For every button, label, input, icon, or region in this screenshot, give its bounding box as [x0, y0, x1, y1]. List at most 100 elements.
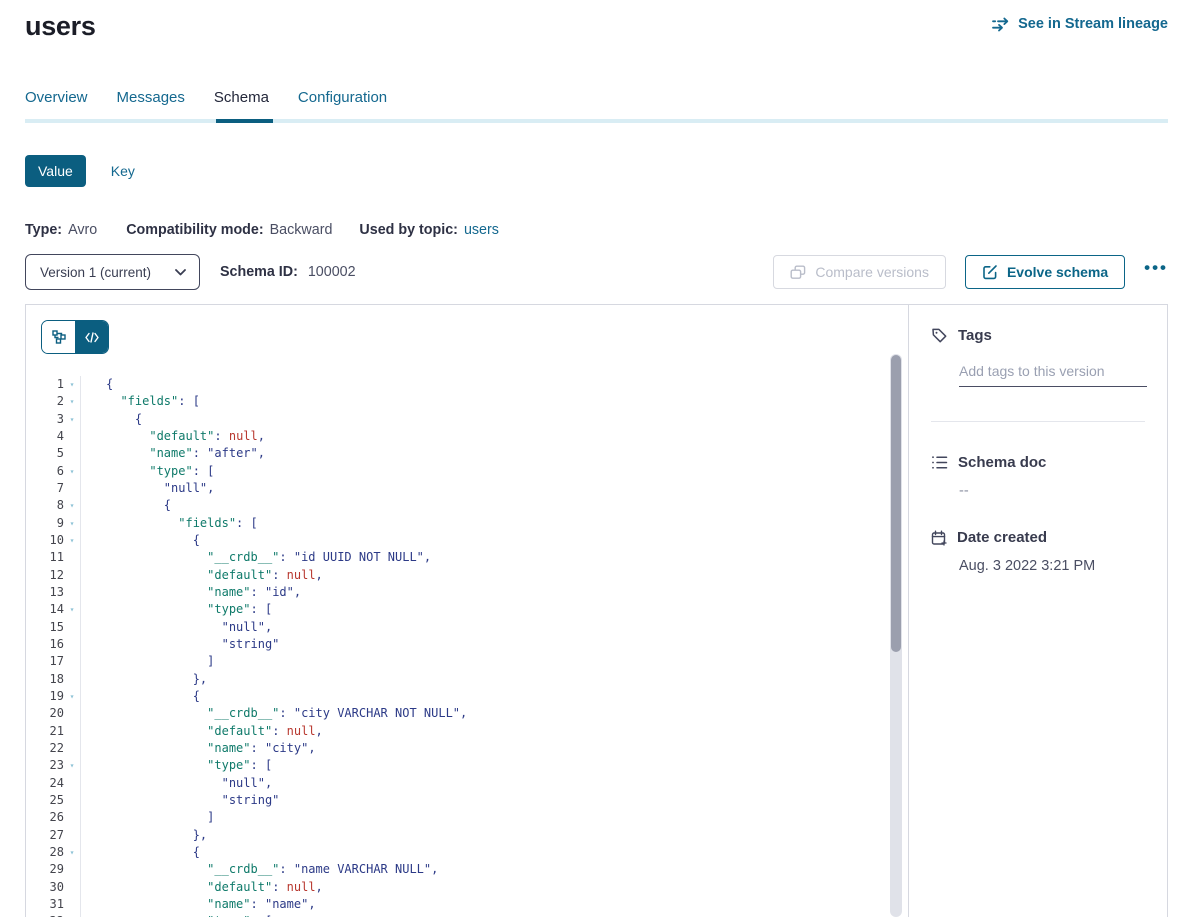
- code-line: 6▾ "type": [: [26, 463, 908, 480]
- line-number: 24: [50, 775, 64, 792]
- compare-versions-button[interactable]: Compare versions: [773, 255, 946, 289]
- fold-toggle-icon[interactable]: ▾: [64, 913, 80, 917]
- code-line: 26 ]: [26, 809, 908, 826]
- code-line-text: "__crdb__": "name VARCHAR NULL",: [81, 861, 438, 878]
- line-number: 25: [50, 792, 64, 809]
- type-label: Type:: [25, 222, 62, 238]
- code-line-text: {: [81, 532, 200, 549]
- code-line-text: ]: [81, 653, 214, 670]
- line-number: 5: [57, 445, 64, 462]
- page-title: users: [25, 9, 96, 43]
- line-number: 21: [50, 723, 64, 740]
- line-number: 15: [50, 619, 64, 636]
- type-value: Avro: [68, 222, 97, 238]
- editor-scrollbar-thumb[interactable]: [891, 355, 901, 652]
- version-select[interactable]: Version 1 (current): [25, 254, 200, 290]
- fold-toggle-icon[interactable]: ▾: [64, 844, 80, 861]
- code-view-button[interactable]: [75, 321, 108, 353]
- value-key-toggle: Value Key: [25, 155, 1168, 187]
- fold-toggle-icon[interactable]: ▾: [64, 463, 80, 480]
- fold-toggle-icon[interactable]: ▾: [64, 688, 80, 705]
- line-number: 29: [50, 861, 64, 878]
- tab-overview[interactable]: Overview: [25, 89, 88, 119]
- code-line: 31 "name": "name",: [26, 896, 908, 913]
- code-line-text: "null",: [81, 775, 272, 792]
- line-number: 26: [50, 809, 64, 826]
- code-line: 4 "default": null,: [26, 428, 908, 445]
- fold-toggle-icon[interactable]: ▾: [64, 601, 80, 618]
- fold-toggle-icon[interactable]: ▾: [64, 411, 80, 428]
- version-select-value: Version 1 (current): [40, 265, 151, 280]
- fold-toggle-icon[interactable]: ▾: [64, 757, 80, 774]
- fold-toggle-icon[interactable]: ▾: [64, 497, 80, 514]
- code-line: 1▾{: [26, 376, 908, 393]
- code-line: 8▾ {: [26, 497, 908, 514]
- code-line-text: {: [81, 376, 113, 393]
- code-line: 25 "string": [26, 792, 908, 809]
- code-line: 19▾ {: [26, 688, 908, 705]
- tab-configuration[interactable]: Configuration: [298, 89, 387, 119]
- version-toolbar: Version 1 (current) Schema ID: 100002 Co…: [25, 254, 1168, 290]
- calendar-plus-icon: [931, 530, 947, 546]
- code-line: 15 "null",: [26, 619, 908, 636]
- line-number: 27: [50, 827, 64, 844]
- code-line-text: "__crdb__": "city VARCHAR NOT NULL",: [81, 705, 467, 722]
- tab-strip: Overview Messages Schema Configuration: [25, 89, 1168, 119]
- code-line: 2▾ "fields": [: [26, 393, 908, 410]
- code-line: 22 "name": "city",: [26, 740, 908, 757]
- fold-toggle-icon[interactable]: ▾: [64, 515, 80, 532]
- active-tab-indicator: [216, 119, 273, 123]
- line-number: 7: [57, 480, 64, 497]
- line-number: 22: [50, 740, 64, 757]
- add-tags-input[interactable]: [959, 363, 1147, 387]
- line-number: 14: [50, 601, 64, 618]
- value-toggle-button[interactable]: Value: [25, 155, 86, 187]
- code-line-text: "null",: [81, 480, 214, 497]
- edit-icon: [982, 264, 998, 280]
- fold-toggle-icon[interactable]: ▾: [64, 376, 80, 393]
- code-editor: 1▾{2▾ "fields": [3▾ {4 "default": null,5…: [26, 376, 908, 917]
- code-line-text: "string": [81, 636, 279, 653]
- version-actions: Compare versions Evolve schema •••: [773, 255, 1168, 289]
- tab-messages[interactable]: Messages: [117, 89, 185, 119]
- tags-section-heading: Tags: [931, 327, 1147, 344]
- code-line: 13 "name": "id",: [26, 584, 908, 601]
- schema-meta-row: Type: Avro Compatibility mode: Backward …: [25, 222, 1168, 238]
- tag-icon: [931, 327, 948, 344]
- used-by-topic-link[interactable]: users: [464, 222, 499, 238]
- line-number: 13: [50, 584, 64, 601]
- line-number: 28: [50, 844, 64, 861]
- code-line: 3▾ {: [26, 411, 908, 428]
- editor-scrollbar-track[interactable]: [890, 354, 902, 917]
- code-line-text: "__crdb__": "id UUID NOT NULL",: [81, 549, 431, 566]
- line-number: 18: [50, 671, 64, 688]
- code-line-text: "default": null,: [81, 428, 265, 445]
- code-line-text: {: [81, 688, 200, 705]
- code-line-text: "fields": [: [81, 393, 200, 410]
- see-in-stream-lineage-link[interactable]: See in Stream lineage: [992, 16, 1168, 32]
- key-toggle-button[interactable]: Key: [111, 163, 135, 179]
- tab-schema[interactable]: Schema: [214, 89, 269, 119]
- line-number: 2: [57, 393, 64, 410]
- more-options-button[interactable]: •••: [1144, 263, 1168, 281]
- code-line-text: "null",: [81, 619, 272, 636]
- code-line-text: "name": "city",: [81, 740, 316, 757]
- line-number: 11: [50, 549, 64, 566]
- line-number: 1: [57, 376, 64, 393]
- code-line: 20 "__crdb__": "city VARCHAR NOT NULL",: [26, 705, 908, 722]
- evolve-schema-button[interactable]: Evolve schema: [965, 255, 1125, 289]
- list-icon: [931, 455, 948, 470]
- code-line: 9▾ "fields": [: [26, 515, 908, 532]
- fold-toggle-icon[interactable]: ▾: [64, 532, 80, 549]
- code-line: 28▾ {: [26, 844, 908, 861]
- code-line-text: "string": [81, 792, 279, 809]
- tree-view-button[interactable]: [42, 321, 75, 353]
- code-line: 30 "default": null,: [26, 879, 908, 896]
- fold-toggle-icon[interactable]: ▾: [64, 393, 80, 410]
- code-line-text: "fields": [: [81, 515, 258, 532]
- code-line: 18 },: [26, 671, 908, 688]
- line-number: 4: [57, 428, 64, 445]
- schema-panel: 1▾{2▾ "fields": [3▾ {4 "default": null,5…: [25, 304, 1168, 917]
- code-line-text: },: [81, 671, 207, 688]
- code-line-text: "type": [: [81, 913, 272, 917]
